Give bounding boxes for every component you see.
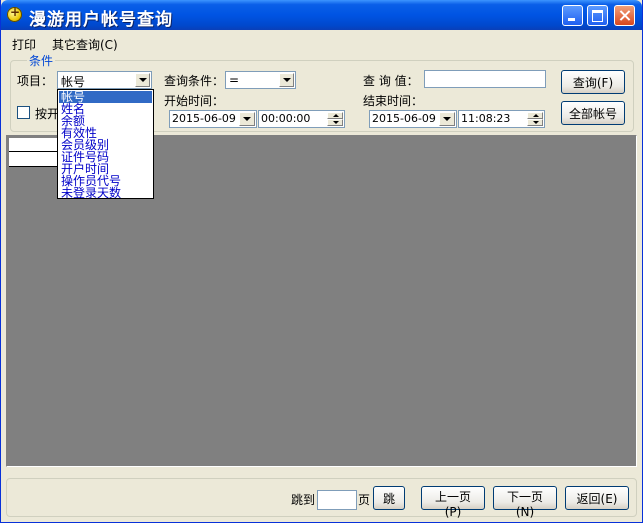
- query-button[interactable]: 查询(F): [561, 70, 625, 94]
- maximize-button[interactable]: [587, 5, 608, 26]
- window-title: 漫游用户帐号查询: [29, 10, 173, 30]
- end-time-value: 11:08:23: [461, 112, 511, 125]
- next-page-button[interactable]: 下一页(N): [493, 486, 557, 519]
- all-accounts-button[interactable]: 全部帐号: [561, 101, 625, 125]
- item-select-value: 帐号: [61, 75, 86, 89]
- spin-up-icon[interactable]: [327, 112, 343, 119]
- close-button[interactable]: [614, 5, 635, 26]
- end-time-picker[interactable]: 11:08:23: [458, 110, 545, 128]
- start-time-label: 开始时间：: [164, 94, 225, 108]
- page-unit-label: 页: [358, 493, 371, 507]
- table-row[interactable]: [9, 152, 64, 167]
- start-time-value: 00:00:00: [261, 112, 311, 125]
- spin-down-icon[interactable]: [527, 119, 543, 126]
- end-date-dropdown-icon[interactable]: [439, 112, 455, 126]
- end-date-picker[interactable]: 2015-06-09: [369, 110, 457, 128]
- item-label: 项目：: [17, 74, 54, 88]
- app-window: 漫游用户帐号查询 打印 其它查询(C) 条件 项目： 帐号 查询条件： = 查 …: [0, 0, 643, 523]
- page-number-input[interactable]: [317, 490, 357, 510]
- start-date-picker[interactable]: 2015-06-09: [169, 110, 257, 128]
- start-date-value: 2015-06-09: [172, 112, 236, 125]
- menu-print[interactable]: 打印: [12, 36, 36, 53]
- prev-page-button[interactable]: 上一页(P): [421, 486, 485, 519]
- dropdown-option[interactable]: 未登录天数: [59, 187, 152, 199]
- app-icon: [7, 5, 22, 22]
- filter-by-time-checkbox[interactable]: [17, 106, 30, 119]
- item-dropdown-list[interactable]: 帐号 姓名 余额 有效性 会员级别 证件号码 开户时间 操作员代号 未登录天数: [57, 89, 154, 199]
- item-select-dropdown-icon[interactable]: [135, 73, 150, 87]
- query-value-input[interactable]: [424, 70, 546, 88]
- start-time-spinner[interactable]: [327, 112, 343, 126]
- query-condition-label: 查询条件：: [164, 74, 225, 88]
- query-condition-select[interactable]: =: [225, 71, 296, 89]
- menu-other-query[interactable]: 其它查询(C): [52, 36, 118, 53]
- menu-bar: 打印 其它查询(C): [1, 33, 642, 53]
- query-condition-dropdown-icon[interactable]: [279, 73, 294, 87]
- grid-header-row: [9, 138, 64, 152]
- spin-down-icon[interactable]: [327, 119, 343, 126]
- minimize-button[interactable]: [562, 5, 583, 26]
- start-date-dropdown-icon[interactable]: [239, 112, 255, 126]
- end-time-spinner[interactable]: [527, 112, 543, 126]
- title-bar[interactable]: 漫游用户帐号查询: [1, 0, 642, 30]
- query-value-label: 查 询 值：: [363, 74, 419, 88]
- back-button[interactable]: 返回(E): [565, 486, 629, 510]
- jump-button[interactable]: 跳: [373, 486, 405, 510]
- start-time-picker[interactable]: 00:00:00: [258, 110, 345, 128]
- conditions-legend: 条件: [27, 52, 56, 69]
- filter-by-time-label: 按开: [35, 107, 60, 121]
- item-select[interactable]: 帐号: [57, 71, 152, 89]
- end-date-value: 2015-06-09: [372, 112, 436, 125]
- jump-to-label: 跳到: [291, 493, 316, 507]
- end-time-label: 结束时间：: [363, 94, 424, 108]
- spin-up-icon[interactable]: [527, 112, 543, 119]
- query-condition-value: =: [229, 73, 240, 87]
